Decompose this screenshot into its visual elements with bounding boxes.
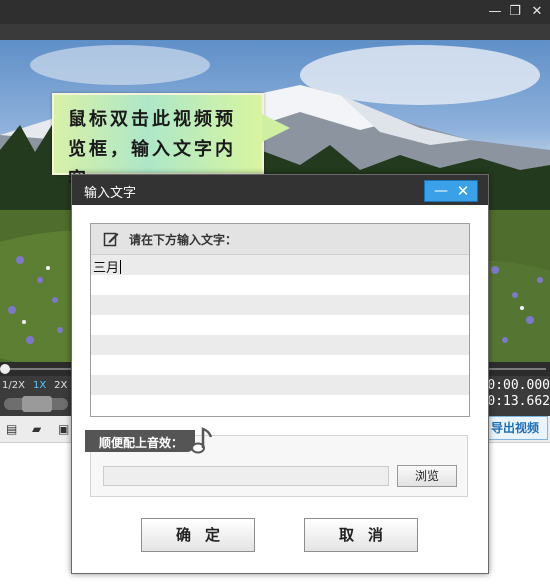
dialog-titlebar: 输入文字 — ✕	[72, 175, 488, 205]
minimize-icon[interactable]: —	[431, 181, 451, 201]
audio-file-field[interactable]	[103, 466, 389, 486]
total-time: 0:13.662	[487, 394, 550, 409]
current-time: 0:00.000	[487, 378, 550, 393]
dialog-window-controls: — ✕	[424, 180, 478, 202]
folder-open-icon[interactable]: ▰	[32, 422, 46, 436]
music-note-icon	[191, 427, 213, 454]
jog-slider[interactable]	[4, 396, 68, 412]
app-titlebar: — ❐ ✕	[0, 0, 550, 24]
text-caret	[120, 260, 122, 274]
export-video-button[interactable]: 导出视频	[482, 416, 548, 440]
text-panel-label: 请在下方输入文字：	[129, 233, 238, 247]
audio-tab: 顺便配上音效：	[85, 430, 195, 452]
speed-double[interactable]: 2X	[54, 380, 67, 391]
audio-panel: 顺便配上音效： 浏览	[85, 427, 468, 497]
save-icon[interactable]: ▣	[58, 422, 72, 436]
audio-label: 顺便配上音效：	[99, 436, 184, 450]
restore-icon[interactable]: ❐	[506, 3, 524, 21]
text-panel-header: 请在下方输入文字：	[91, 224, 469, 255]
speed-selector: 1/2X 1X 2X	[2, 380, 75, 391]
jog-handle[interactable]	[22, 396, 52, 412]
edit-icon	[103, 232, 119, 247]
speed-half[interactable]: 1/2X	[2, 380, 25, 391]
text-input-area[interactable]: 三月	[91, 255, 469, 415]
progress-handle[interactable]	[0, 364, 10, 374]
speed-normal[interactable]: 1X	[33, 380, 46, 391]
app-frame	[0, 24, 550, 40]
time-display: 0:00.000 0:13.662	[486, 378, 550, 410]
ok-button[interactable]: 确定	[141, 518, 255, 552]
typed-text: 三月	[93, 260, 122, 276]
tip-bubble: 鼠标双击此视频预览框，输入文字内容	[52, 93, 264, 190]
close-icon[interactable]: ✕	[453, 181, 473, 201]
tip-bubble-tail	[262, 114, 290, 142]
input-text-dialog: 输入文字 — ✕ 请在下方输入文字： 三月 顺便配上音效： 浏览 确定 取消	[71, 174, 489, 574]
new-icon[interactable]: ▤	[6, 422, 20, 436]
cancel-button[interactable]: 取消	[304, 518, 418, 552]
minimize-icon[interactable]: —	[486, 3, 504, 21]
dialog-title: 输入文字	[84, 186, 137, 201]
text-input-panel: 请在下方输入文字： 三月	[90, 223, 470, 417]
close-icon[interactable]: ✕	[528, 3, 546, 21]
browse-button[interactable]: 浏览	[397, 465, 457, 487]
